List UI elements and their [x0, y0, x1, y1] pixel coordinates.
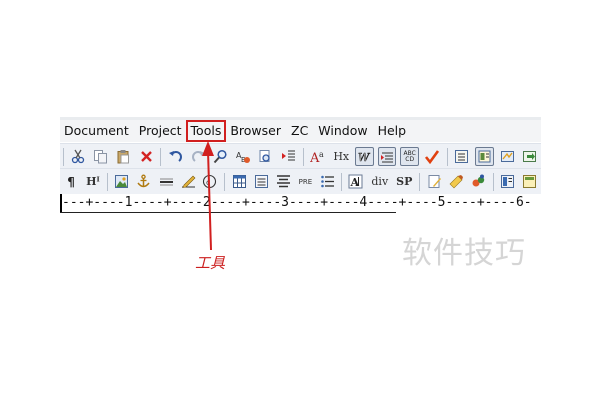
font-size-icon[interactable]: Aa [309, 147, 328, 166]
menu-bar: Document Project Tools Browser ZC Window… [60, 120, 541, 142]
menu-project[interactable]: Project [134, 121, 187, 141]
toolbar-row-1: AB Aa Hx W ABC CD [60, 143, 541, 169]
toolbar-separator [63, 147, 64, 166]
pilcrow-icon[interactable]: ¶ [62, 172, 80, 191]
copyright-icon[interactable]: c [201, 172, 219, 191]
menu-window[interactable]: Window [313, 121, 372, 141]
menu-document[interactable]: Document [60, 121, 134, 141]
word-wrap-icon[interactable]: W [355, 147, 374, 166]
pre-label: PRE [298, 177, 313, 186]
indent-icon[interactable] [279, 147, 298, 166]
spell-check-abc-icon[interactable]: ABC CD [400, 147, 419, 166]
table-icon[interactable] [230, 172, 248, 191]
panel-icon[interactable] [499, 172, 517, 191]
toolbar-separator [446, 147, 448, 166]
toolbar-separator [492, 172, 494, 191]
menu-tools[interactable]: Tools [185, 120, 227, 142]
toolbar-separator [419, 172, 421, 191]
toolbar-separator [160, 147, 162, 166]
watermark: 软件技巧 [402, 236, 526, 271]
line-numbers-icon[interactable] [377, 147, 397, 166]
svg-text:c: c [206, 178, 210, 187]
ruler-underline [60, 212, 396, 213]
div-label: div [371, 175, 389, 188]
toolbar-separator [106, 172, 108, 191]
paste-icon[interactable] [114, 147, 133, 166]
editor-window-crop: Document Project Tools Browser ZC Window… [60, 117, 541, 217]
edit-icon[interactable] [179, 172, 197, 191]
find-in-files-icon[interactable] [257, 147, 276, 166]
toolbar-row-2: ¶ Hᴵ c PRE A div SP [60, 168, 541, 194]
panel-icon[interactable] [453, 147, 472, 166]
hx-heading-icon[interactable]: Hx [331, 147, 351, 166]
undo-icon[interactable] [166, 147, 185, 166]
toolbar-separator [224, 172, 226, 191]
pilcrow-label: ¶ [67, 174, 75, 189]
pre-icon[interactable]: PRE [297, 172, 315, 191]
menu-help[interactable]: Help [373, 121, 412, 141]
find-icon[interactable] [211, 147, 230, 166]
sp-label: SP [396, 175, 413, 188]
export-icon[interactable] [520, 147, 539, 166]
brush-icon[interactable] [447, 172, 465, 191]
abc-label-bottom: CD [405, 155, 415, 163]
list-icon[interactable] [252, 172, 270, 191]
snippet-icon[interactable] [470, 172, 488, 191]
preview-icon[interactable] [498, 147, 517, 166]
annotation-label: 工具 [195, 254, 226, 272]
notes-icon[interactable] [425, 172, 443, 191]
hx-label: Hx [333, 150, 350, 163]
svg-text:W: W [358, 151, 371, 163]
panel-active-icon[interactable] [475, 147, 494, 166]
font-icon[interactable]: A [347, 172, 365, 191]
panel-yellow-icon[interactable] [521, 172, 539, 191]
bullet-list-icon[interactable] [318, 172, 336, 191]
center-align-icon[interactable] [275, 172, 293, 191]
menu-browser[interactable]: Browser [225, 121, 286, 141]
anchor-icon[interactable] [135, 172, 153, 191]
replace-icon[interactable]: AB [234, 147, 253, 166]
delete-icon[interactable] [137, 147, 156, 166]
cut-icon[interactable] [69, 147, 88, 166]
ruler: ---+----1----+----2----+----3----+----4-… [60, 194, 541, 212]
div-icon[interactable]: div [369, 172, 390, 191]
copy-icon[interactable] [92, 147, 111, 166]
image-icon[interactable] [113, 172, 131, 191]
sp-icon[interactable]: SP [394, 172, 414, 191]
redo-icon[interactable] [189, 147, 208, 166]
hi-label: Hᴵ [86, 175, 100, 188]
menu-zc[interactable]: ZC [286, 121, 313, 141]
heading-icon[interactable]: Hᴵ [84, 172, 102, 191]
horizontal-rule-icon[interactable] [157, 172, 175, 191]
toolbar-separator [341, 172, 343, 191]
checkmark-icon[interactable] [423, 147, 442, 166]
svg-text:a: a [319, 150, 324, 159]
toolbar-separator [302, 147, 304, 166]
